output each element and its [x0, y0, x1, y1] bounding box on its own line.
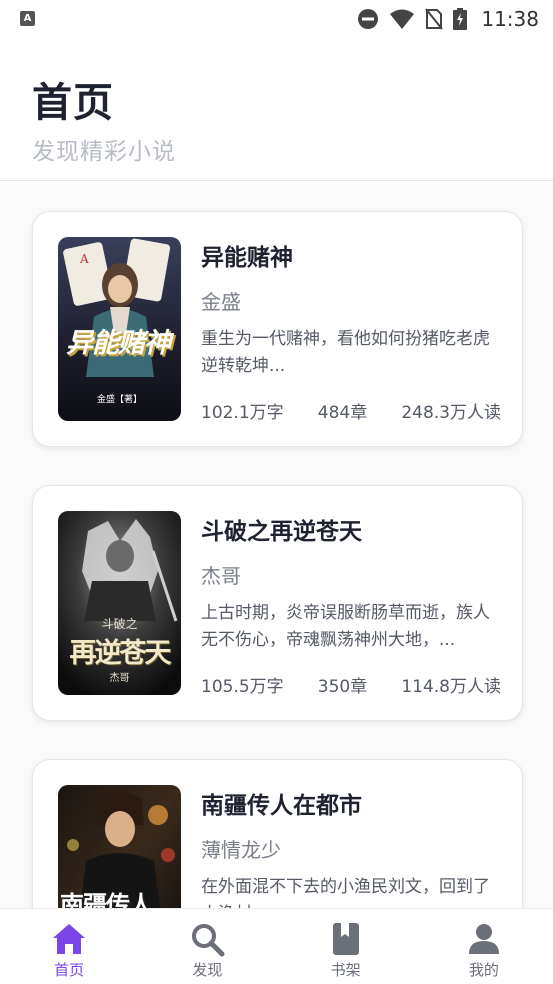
nav-item-profile[interactable]: 我的	[415, 909, 553, 984]
book-description: 在外面混不下去的小渔民刘文，回到了小渔村...	[201, 877, 490, 908]
book-cover-title: 再逆苍天	[69, 638, 172, 669]
profile-icon	[468, 924, 499, 954]
app-notification-icon: A	[20, 11, 35, 26]
book-title[interactable]: 斗破之再逆苍天	[201, 512, 362, 546]
book-word-count: 105.5万字	[201, 677, 284, 697]
bottom-navigation: 首页 发现 书架 我的	[0, 908, 553, 984]
book-stats: 105.5万字 350章 114.8万人读	[201, 672, 501, 697]
nav-item-home[interactable]: 首页	[0, 909, 138, 984]
page-subtitle: 发现精彩小说	[32, 139, 176, 165]
book-title[interactable]: 异能赌神	[201, 238, 293, 272]
book-cover[interactable]: 南疆传人	[58, 785, 181, 908]
book-description: 上古时期，炎帝误服断肠草而逝，族人无不伤心，帝魂飘荡神州大地，...	[201, 603, 490, 650]
book-card[interactable]: 南疆传人 南疆传人在都市 薄情龙少 在外面混不下去的小渔民刘文，回到了小渔村..…	[32, 759, 523, 908]
book-cover-credit: 杰哥	[109, 673, 130, 684]
book-cover-subtitle: 斗破之	[101, 617, 138, 631]
nav-item-bookshelf[interactable]: 书架	[277, 909, 415, 984]
book-card[interactable]: 斗破之 再逆苍天 杰哥 斗破之再逆苍天 杰哥 上古时期，炎帝误服断肠草而逝，族人…	[32, 485, 523, 721]
book-card[interactable]: A 异能赌神 金盛【著】 异能赌神 金盛 重生为一代赌神，看他如何扮猪吃老虎逆转…	[32, 211, 523, 447]
book-cover-title: 异能赌神	[66, 328, 171, 359]
book-cover[interactable]: 斗破之 再逆苍天 杰哥	[58, 511, 181, 695]
book-author: 杰哥	[201, 564, 241, 588]
nav-label: 我的	[468, 961, 499, 979]
nav-item-discover[interactable]: 发现	[138, 909, 276, 984]
bookshelf-icon	[332, 923, 359, 955]
status-bar: A 11:38	[0, 0, 553, 38]
wifi-icon	[390, 9, 415, 29]
clock: 11:38	[481, 7, 539, 31]
book-title[interactable]: 南疆传人在都市	[201, 786, 362, 820]
book-description: 重生为一代赌神，看他如何扮猪吃老虎逆转乾坤...	[201, 329, 490, 376]
battery-charging-icon	[453, 8, 468, 30]
no-sim-icon	[425, 8, 444, 30]
page-title: 首页	[32, 80, 114, 126]
svg-text:A: A	[79, 252, 89, 266]
do-not-disturb-icon	[358, 9, 379, 29]
book-cover[interactable]: A 异能赌神 金盛【著】	[58, 237, 181, 421]
nav-label: 书架	[330, 961, 361, 979]
search-icon	[192, 924, 225, 957]
book-author: 薄情龙少	[201, 838, 281, 862]
book-chapter-count: 350章	[317, 677, 368, 697]
book-list[interactable]: A 异能赌神 金盛【著】 异能赌神 金盛 重生为一代赌神，看他如何扮猪吃老虎逆转…	[0, 181, 553, 908]
book-reader-count: 248.3万人读	[401, 403, 501, 423]
book-word-count: 102.1万字	[201, 403, 284, 423]
nav-label: 发现	[192, 961, 223, 979]
book-chapter-count: 484章	[317, 403, 368, 423]
book-cover-title: 南疆传人	[60, 891, 153, 908]
home-icon	[53, 924, 86, 954]
nav-label: 首页	[54, 961, 85, 979]
book-reader-count: 114.8万人读	[401, 677, 501, 697]
book-cover-credit: 金盛【著】	[96, 395, 142, 405]
book-stats: 102.1万字 484章 248.3万人读	[201, 398, 501, 423]
page-header: 首页 发现精彩小说	[0, 38, 553, 181]
book-author: 金盛	[201, 290, 241, 314]
